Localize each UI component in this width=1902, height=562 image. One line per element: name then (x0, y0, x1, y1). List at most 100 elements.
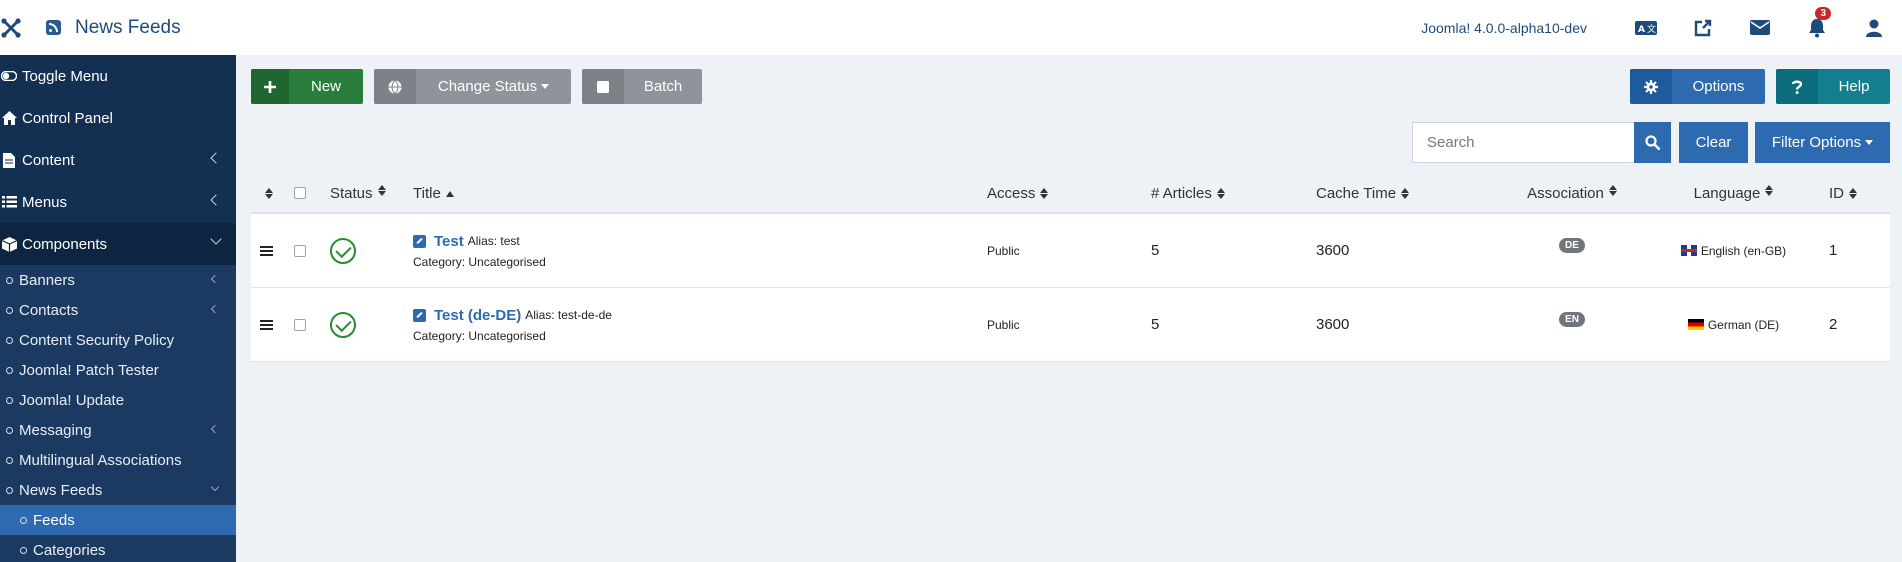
row-checkbox[interactable] (294, 318, 306, 331)
feed-category: Category: Uncategorised (413, 254, 546, 269)
sidebar-item-components[interactable]: Components (0, 223, 236, 265)
language-header[interactable]: Language (1642, 184, 1825, 202)
association-badge[interactable]: DE (1559, 238, 1585, 253)
sidebar-subitem-label: Messaging (19, 421, 92, 439)
uk-flag-icon (1680, 245, 1697, 256)
circle-icon (6, 366, 13, 374)
new-button[interactable]: New (251, 69, 363, 104)
chevron-left-icon (210, 304, 220, 314)
notification-badge: 3 (1815, 7, 1831, 20)
drag-handle[interactable] (251, 319, 281, 330)
user-icon[interactable] (1845, 0, 1902, 55)
sidebar-subitem-news-feeds[interactable]: News Feeds (0, 475, 236, 505)
change-status-button[interactable]: Change Status (374, 69, 571, 104)
sort-icon (1765, 184, 1774, 196)
association-header[interactable]: Association (1502, 184, 1642, 202)
cache-time-header-label: Cache Time (1316, 184, 1397, 202)
language-icon[interactable]: A文 (1617, 0, 1674, 55)
access-header[interactable]: Access (987, 185, 1151, 202)
association-cell: DE (1502, 238, 1642, 253)
sidebar-item-content[interactable]: Content (0, 139, 236, 181)
feed-title-link[interactable]: Test (de-DE) (434, 307, 521, 324)
association-badge[interactable]: EN (1559, 312, 1585, 327)
published-check-icon[interactable] (330, 237, 356, 264)
bell-icon[interactable]: 3 (1788, 0, 1845, 55)
joomla-logo-icon[interactable] (0, 17, 22, 39)
chevron-down-icon (210, 233, 222, 245)
options-button[interactable]: Options (1630, 69, 1765, 104)
chevron-left-icon (210, 152, 222, 164)
bars-icon (259, 319, 273, 330)
published-check-icon[interactable] (330, 311, 356, 338)
circle-icon (6, 336, 13, 344)
circle-icon (6, 276, 13, 284)
articles-cell: 5 (1151, 242, 1160, 259)
sidebar-subitem-associations[interactable]: Multilingual Associations (0, 445, 236, 475)
association-cell: EN (1502, 312, 1642, 327)
sidebar-subitem-label: Feeds (33, 511, 75, 529)
search-button[interactable] (1634, 122, 1671, 163)
language-header-label: Language (1693, 184, 1761, 202)
select-all-checkbox[interactable] (294, 187, 306, 199)
clear-button[interactable]: Clear (1679, 122, 1748, 163)
sidebar-subitem-messaging[interactable]: Messaging (0, 415, 236, 445)
articles-header[interactable]: # Articles (1151, 185, 1316, 202)
sidebar-subitem-label: Content Security Policy (19, 331, 175, 349)
sidebar-item-menus[interactable]: Menus (0, 181, 236, 223)
id-cell: 1 (1829, 242, 1838, 259)
select-all-cell (281, 187, 319, 199)
sidebar-subitem-label: Contacts (19, 301, 79, 319)
sidebar-item-control-panel[interactable]: Control Panel (0, 97, 236, 139)
list-icon (0, 195, 18, 209)
language-cell: English (en-GB) (1642, 244, 1825, 258)
ordering-sort-header[interactable] (251, 187, 281, 199)
status-cell (319, 237, 409, 264)
sidebar-subitem-contacts[interactable]: Contacts (0, 295, 236, 325)
sidebar-subitem-feeds[interactable]: Feeds (0, 505, 236, 535)
access-cell: Public (987, 243, 1020, 258)
toggle-icon (0, 69, 18, 83)
sort-icon (1216, 188, 1225, 200)
status-cell (319, 311, 409, 338)
status-header[interactable]: Status (319, 184, 409, 202)
sidebar-subitem-banners[interactable]: Banners (0, 265, 236, 295)
search-input[interactable] (1412, 122, 1634, 163)
sidebar-subitem-label: Joomla! Patch Tester (19, 361, 159, 379)
row-checkbox[interactable] (294, 244, 306, 257)
drag-handle[interactable] (251, 245, 281, 256)
sidebar-subitem-categories[interactable]: Categories (0, 535, 236, 562)
language-cell: German (DE) (1642, 318, 1825, 332)
help-button-label: Help (1838, 78, 1870, 95)
envelope-icon[interactable] (1731, 0, 1788, 55)
title-header-label: Title (413, 184, 441, 202)
filter-options-button[interactable]: Filter Options (1755, 122, 1890, 163)
change-status-text: Change Status (437, 78, 538, 95)
batch-button[interactable]: Batch (582, 69, 702, 104)
title-cell: Test Alias: test Category: Uncategorised (409, 233, 987, 269)
gear-icon (1630, 69, 1672, 104)
sort-asc-icon (445, 190, 454, 197)
external-link-icon[interactable] (1674, 0, 1731, 55)
row-check-cell (281, 244, 319, 257)
version-link[interactable]: Joomla! 4.0.0-alpha10-dev (1421, 20, 1587, 36)
circle-icon (6, 306, 13, 314)
association-header-label: Association (1527, 184, 1604, 202)
feed-title-link[interactable]: Test (434, 233, 464, 250)
language-label: German (DE) (1707, 317, 1780, 332)
help-button[interactable]: Help (1776, 69, 1890, 104)
id-header[interactable]: ID (1825, 185, 1885, 202)
circle-icon (20, 516, 27, 524)
svg-text:文: 文 (1647, 23, 1656, 35)
feeds-table: Status Title Access # Articles Cache Tim… (251, 174, 1890, 362)
sidebar-subitem-patch-tester[interactable]: Joomla! Patch Tester (0, 355, 236, 385)
sidebar-item-toggle-menu[interactable]: Toggle Menu (0, 55, 236, 97)
sidebar-subitem-csp[interactable]: Content Security Policy (0, 325, 236, 355)
sidebar-subitem-label: Joomla! Update (19, 391, 125, 409)
sort-icon (264, 187, 273, 199)
sidebar-item-label: Control Panel (22, 109, 113, 127)
sidebar-subitem-joomla-update[interactable]: Joomla! Update (0, 385, 236, 415)
access-header-label: Access (987, 184, 1036, 202)
cache-time-header[interactable]: Cache Time (1316, 185, 1502, 202)
title-header[interactable]: Title (409, 185, 987, 202)
header: News Feeds Joomla! 4.0.0-alpha10-dev A文 … (0, 0, 1902, 55)
